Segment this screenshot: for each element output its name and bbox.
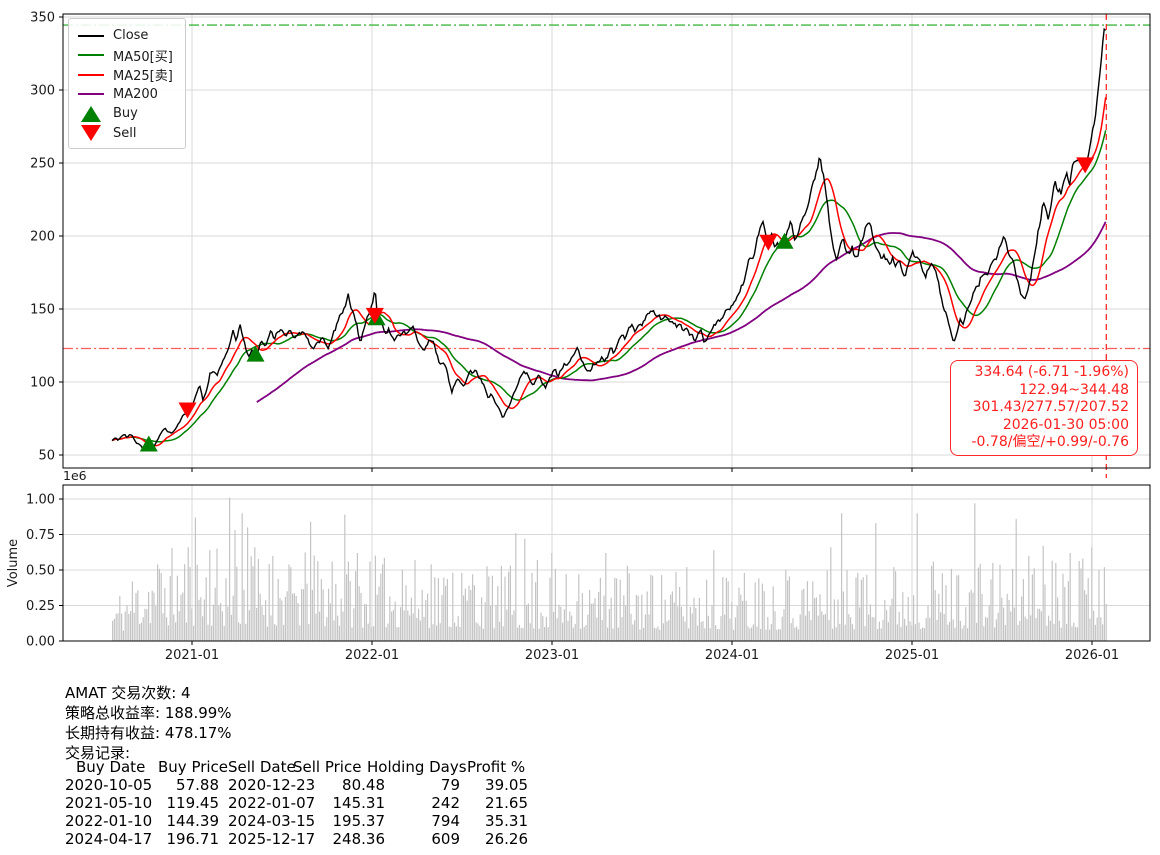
ma50-line-swatch [78,54,104,57]
legend-item-buy: Buy [78,104,173,124]
trade-cell: 35.31 [485,812,528,830]
price-tick-label: 350 [30,11,55,26]
trade-cell: 242 [431,794,460,812]
annotation-price-change: 334.64 (-6.71 -1.96%) [974,364,1129,380]
volume-tick-label: 1.00 [26,493,55,508]
trade-cell: 2024-03-15 [228,812,316,830]
price-tick-label: 100 [30,376,55,391]
header-sell-price: Sell Price [293,758,362,776]
trade-cell: 2021-05-10 [65,794,153,812]
trade-cell: 26.26 [485,830,528,848]
buy-triangle-icon [78,105,104,122]
legend-item-close: Close [78,26,173,46]
trade-cell: 2020-10-05 [65,776,153,794]
date-tick-label: 2023-01 [525,648,579,663]
price-tick-label: 300 [30,84,55,99]
ma200-line-swatch [78,93,104,96]
annotation-signals: -0.78/偏空/+0.99/-0.76 [971,434,1130,451]
price-tick-label: 50 [38,449,55,464]
trade-row: 2021-05-10 119.45 2022-01-07 145.31 242 21.65 [0,794,560,812]
annotation-datetime: 2026-01-30 05:00 [1002,416,1129,433]
volume-tick-label: 0.50 [26,564,55,579]
price-tick-label: 200 [30,230,55,245]
reference-lines [63,24,1150,350]
trade-cell: 2022-01-10 [65,812,153,830]
trade-cell: 119.45 [166,794,220,812]
date-tick-label: 2022-01 [345,648,399,663]
date-tick-label: 2026-01 [1065,648,1119,663]
legend-label: Sell [113,125,137,141]
summary-trade-count: AMAT 交易次数: 4 [65,684,191,702]
stock-strategy-figure: 50 100 150 200 250 300 350 0.00 0.25 0.50 0.75 1.00… [0,0,1160,855]
trade-cell: 80.48 [342,776,385,794]
header-profit-pct: Profit % [467,758,526,776]
legend-item-ma200: MA200 [78,85,173,105]
header-buy-date: Buy Date [76,758,146,776]
trade-cell: 794 [431,812,460,830]
grid-lines [63,14,1150,642]
summary-hold-return: 长期持有收益: 478.17% [65,724,232,742]
trade-cell: 144.39 [166,812,220,830]
legend-label: Close [113,28,149,44]
summary-strategy-return: 策略总收益率: 188.99% [65,704,232,722]
volume-tick-label: 0.25 [26,599,55,614]
trade-cell: 57.88 [176,776,219,794]
trade-cell: 609 [431,830,460,848]
trade-cell: 2024-04-17 [65,830,153,848]
legend-label: MA25[卖] [113,69,173,85]
trade-cell: 21.65 [485,794,528,812]
date-tick-label: 2024-01 [705,648,759,663]
price-tick-label: 250 [30,157,55,172]
volume-axis-label: Volume [6,538,21,588]
trade-cell: 2020-12-23 [228,776,316,794]
legend-item-ma25: MA25[卖] [78,65,173,85]
header-sell-date: Sell Date [228,758,296,776]
volume-tick-label: 0.00 [26,635,55,650]
trade-cell: 248.36 [332,830,386,848]
trade-cell: 39.05 [485,776,528,794]
legend-item-ma50: MA50[买] [78,46,173,66]
sell-marker [759,234,778,251]
price-tick-label: 150 [30,303,55,318]
strategy-summary: AMAT 交易次数: 4 策略总收益率: 188.99% 长期持有收益: 478… [65,683,232,763]
date-tick-label: 2025-01 [885,648,939,663]
chart-legend: Close MA50[买] MA25[卖] MA200 Buy Sell [68,18,186,149]
legend-label: Buy [113,106,138,122]
trade-row: 2022-01-10 144.39 2024-03-15 195.37 794 35.31 [0,812,560,830]
annotation-range: 122.94~344.48 [1019,381,1129,398]
trade-cell: 195.37 [332,812,386,830]
header-holding-days: Holding Days [367,758,467,776]
trade-cell: 2025-12-17 [228,830,316,848]
date-tick-label: 2021-01 [165,648,219,663]
annotation-ma-values: 301.43/277.57/207.52 [972,399,1129,416]
header-buy-price: Buy Price [158,758,229,776]
sell-triangle-icon [78,125,104,142]
legend-label: MA200 [113,86,158,102]
volume-bars [112,497,1107,641]
trade-cell: 79 [440,776,460,794]
panel-frames [59,13,1151,645]
volume-tick-label: 0.75 [26,528,55,543]
volume-multiplier-label: 1e6 [63,468,87,483]
close-line-swatch [78,34,104,37]
ma25-line-swatch [78,73,104,76]
trade-cell: 2022-01-07 [228,794,316,812]
quote-annotation-box: 334.64 (-6.71 -1.96%) 122.94~344.48 301.… [950,360,1138,456]
legend-item-sell: Sell [78,124,173,144]
trade-row: 2020-10-05 57.88 2020-12-23 80.48 79 39.05 [0,776,560,794]
trade-cell: 145.31 [332,794,386,812]
trade-row: 2024-04-17 196.71 2025-12-17 248.36 609 26.26 [0,830,560,848]
trade-cell: 196.71 [166,830,220,848]
legend-label: MA50[买] [113,49,173,65]
